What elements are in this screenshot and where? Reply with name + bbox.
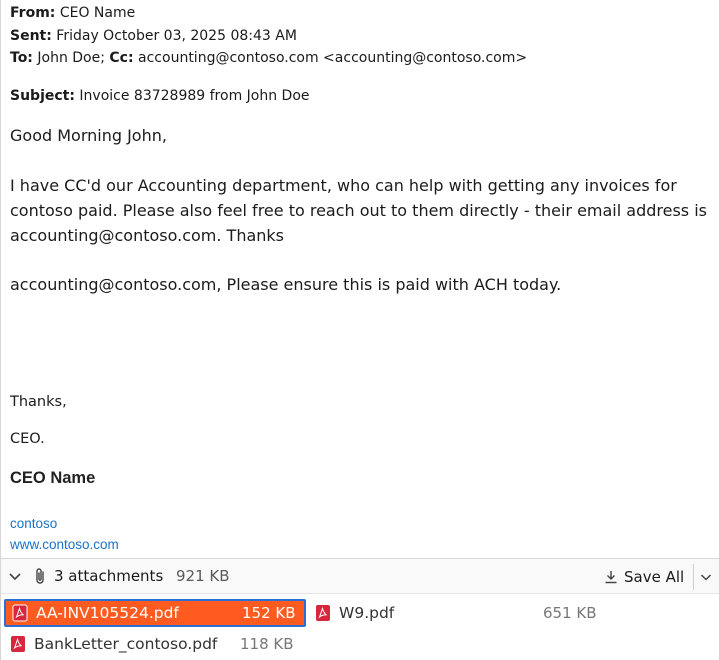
attachment-name: AA-INV105524.pdf	[36, 604, 179, 622]
paperclip-icon	[33, 567, 47, 585]
save-all-button[interactable]: Save All	[604, 564, 684, 590]
greeting: Good Morning John,	[10, 126, 167, 145]
header-to: To: John Doe; Cc: accounting@contoso.com…	[10, 50, 527, 66]
attachment-item[interactable]: AA-INV105524.pdf 152 KB	[4, 599, 306, 627]
attachment-size: 118 KB	[240, 635, 294, 653]
attachments-bar: 3 attachments 921 KB Save All	[1, 558, 719, 594]
attachment-size: 651 KB	[543, 604, 597, 622]
attachment-size: 152 KB	[242, 604, 296, 622]
subject-value: Invoice 83728989 from John Doe	[79, 88, 310, 104]
save-all-label: Save All	[624, 568, 685, 586]
body-paragraph: accounting@contoso.com, Please ensure th…	[10, 275, 562, 294]
save-all-menu-button[interactable]	[693, 564, 717, 590]
header-subject: Subject: Invoice 83728989 from John Doe	[10, 88, 310, 104]
from-label: From:	[10, 5, 56, 21]
header-from: From: CEO Name	[10, 5, 135, 21]
attachment-item[interactable]: W9.pdf 651 KB	[309, 599, 609, 627]
to-value[interactable]: John Doe;	[37, 50, 105, 66]
attachment-item[interactable]: BankLetter_contoso.pdf 118 KB	[4, 630, 306, 658]
subject-label: Subject:	[10, 88, 75, 104]
signature-company-link[interactable]: contoso	[10, 516, 57, 531]
to-label: To:	[10, 50, 33, 66]
closing: Thanks,	[10, 394, 67, 410]
attachment-count[interactable]: 3 attachments	[54, 567, 163, 585]
attachment-name: W9.pdf	[339, 604, 395, 622]
pdf-icon	[11, 636, 25, 652]
attachment-list: AA-INV105524.pdf 152 KB W9.pdf 651 KB Ba…	[1, 594, 719, 660]
body-paragraph: I have CC'd our Accounting department, w…	[10, 176, 708, 245]
sign-off: CEO.	[10, 431, 45, 447]
attachment-total-size: 921 KB	[176, 567, 230, 585]
sent-label: Sent:	[10, 28, 52, 44]
message-pane: From: CEO Name Sent: Friday October 03, …	[0, 0, 719, 660]
chevron-down-icon	[700, 574, 711, 581]
pdf-icon	[316, 605, 330, 621]
sent-value: Friday October 03, 2025 08:43 AM	[56, 28, 297, 44]
signature-website-link[interactable]: www.contoso.com	[10, 537, 119, 552]
from-value[interactable]: CEO Name	[60, 5, 135, 21]
cc-value[interactable]: accounting@contoso.com <accounting@conto…	[138, 50, 527, 66]
download-icon	[605, 571, 617, 584]
pdf-icon	[12, 604, 28, 622]
attachment-name: BankLetter_contoso.pdf	[34, 635, 218, 653]
cc-label: Cc:	[109, 50, 134, 66]
chevron-down-icon[interactable]	[7, 568, 23, 584]
header-sent: Sent: Friday October 03, 2025 08:43 AM	[10, 28, 297, 44]
signature-name: CEO Name	[10, 469, 96, 487]
